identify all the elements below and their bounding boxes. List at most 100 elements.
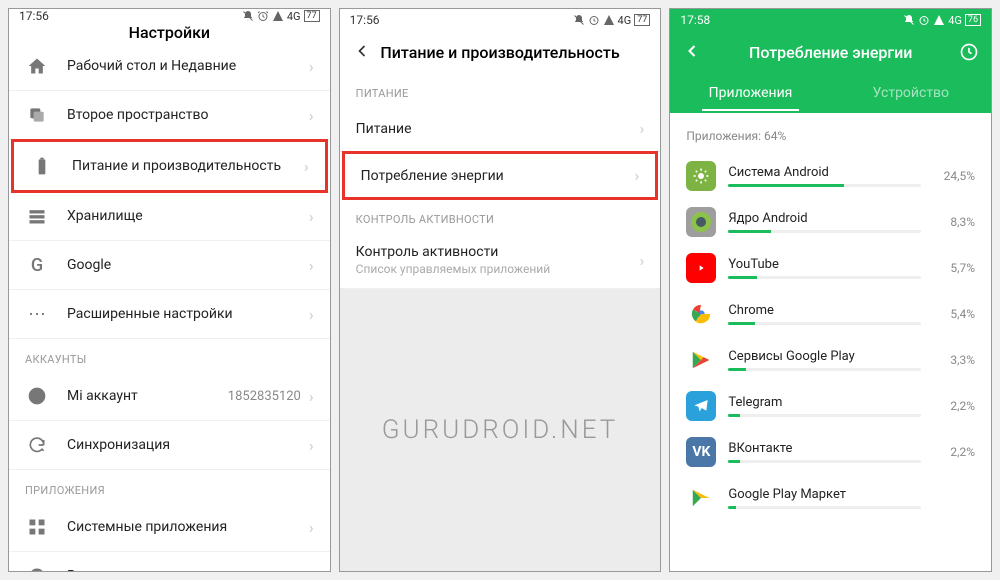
row-all-apps[interactable]: Все приложения › (9, 552, 330, 572)
usage-bar (728, 322, 921, 325)
sync-icon (25, 433, 49, 457)
section-accounts: АККАУНТЫ (9, 339, 330, 372)
chevron-right-icon: › (309, 57, 314, 76)
watermark: GURUDROID.NET (382, 415, 619, 445)
row-energy-consumption[interactable]: Потребление энергии › (342, 151, 659, 200)
app-pct: 8,3% (933, 215, 975, 229)
signal-icon (603, 14, 615, 26)
app-row[interactable]: Сервисы Google Play 3,3% (670, 337, 991, 383)
back-button[interactable] (352, 41, 372, 65)
clock-time: 17:56 (350, 13, 380, 27)
app-row[interactable]: Google Play Маркет (670, 475, 991, 521)
apps-icon (25, 564, 49, 572)
tab-apps[interactable]: Приложения (670, 75, 830, 111)
storage-icon (25, 204, 49, 228)
app-row[interactable]: Система Android 24,5% (670, 153, 991, 199)
row-mi-account[interactable]: Mi аккаунт 1852835120 › (9, 372, 330, 421)
grid-icon (25, 515, 49, 539)
alarm-icon (257, 10, 269, 22)
chevron-right-icon: › (309, 567, 314, 573)
tab-device[interactable]: Устройство (831, 75, 991, 111)
app-info: Ядро Android (728, 211, 921, 233)
app-name: YouTube (728, 257, 921, 272)
app-pct: 2,2% (933, 399, 975, 413)
chevron-right-icon: › (309, 106, 314, 125)
app-info: ВКонтакте (728, 441, 921, 463)
app-name: Chrome (728, 303, 921, 318)
mute-icon (903, 14, 915, 26)
page-title: Питание и производительность (340, 31, 661, 73)
app-name: Telegram (728, 395, 921, 410)
row-storage[interactable]: Хранилище › (9, 192, 330, 241)
clock-time: 17:58 (680, 13, 710, 27)
app-icon: VK (686, 437, 716, 467)
tabs: Приложения Устройство (670, 73, 991, 113)
usage-bar (728, 368, 921, 371)
app-info: Система Android (728, 165, 921, 187)
app-list[interactable]: Система Android 24,5% Ядро Android 8,3% … (670, 153, 991, 571)
battery-pct: 77 (304, 10, 320, 22)
alarm-icon (918, 14, 930, 26)
apps-pct-header: Приложения: 64% (670, 113, 991, 153)
chevron-right-icon: › (309, 305, 314, 324)
battery-pct: 77 (634, 14, 650, 26)
chevron-right-icon: › (309, 436, 314, 455)
history-button[interactable] (959, 42, 979, 66)
row-advanced[interactable]: ⋯ Расширенные настройки › (9, 290, 330, 339)
row-google[interactable]: G Google › (9, 241, 330, 290)
google-icon: G (25, 253, 49, 277)
chevron-right-icon: › (309, 518, 314, 537)
app-row[interactable]: VK ВКонтакте 2,2% (670, 429, 991, 475)
app-icon (686, 391, 716, 421)
chevron-right-icon: › (309, 387, 314, 406)
page-title: Потребление энергии (670, 31, 991, 73)
app-row[interactable]: Chrome 5,4% (670, 291, 991, 337)
clock-time: 17:56 (19, 9, 49, 23)
usage-bar (728, 506, 921, 509)
app-name: Ядро Android (728, 211, 921, 226)
screen-energy: 17:58 4G 76 Потребление энергии Приложен… (669, 8, 992, 572)
app-pct: 2,2% (933, 445, 975, 459)
screen-power: 17:56 4G 77 Питание и производительность… (339, 8, 662, 572)
app-row[interactable]: YouTube 5,7% (670, 245, 991, 291)
app-icon (686, 483, 716, 513)
status-bar: 17:58 4G 76 (670, 9, 991, 31)
app-row[interactable]: Telegram 2,2% (670, 383, 991, 429)
app-info: Сервисы Google Play (728, 349, 921, 371)
app-info: Chrome (728, 303, 921, 325)
section-activity: КОНТРОЛЬ АКТИВНОСТИ (340, 199, 661, 232)
row-desktop-recent[interactable]: Рабочий стол и Недавние › (9, 42, 330, 91)
home-icon (25, 54, 49, 78)
app-name: ВКонтакте (728, 441, 921, 456)
settings-list: Рабочий стол и Недавние › Второе простра… (9, 42, 330, 572)
network-label: 4G (618, 14, 632, 27)
copy-icon (25, 103, 49, 127)
back-button[interactable] (682, 41, 702, 65)
app-icon (686, 299, 716, 329)
empty-area: GURUDROID.NET (340, 289, 661, 571)
app-row[interactable]: Ядро Android 8,3% (670, 199, 991, 245)
chevron-right-icon: › (309, 256, 314, 275)
network-label: 4G (948, 14, 962, 27)
row-second-space[interactable]: Второе пространство › (9, 91, 330, 140)
chevron-right-icon: › (640, 251, 645, 270)
row-system-apps[interactable]: Системные приложения › (9, 503, 330, 552)
app-icon (686, 161, 716, 191)
mute-icon (573, 14, 585, 26)
status-icons: 4G 77 (573, 14, 651, 27)
chevron-right-icon: › (304, 157, 309, 176)
status-bar: 17:56 4G 77 (340, 9, 661, 31)
row-activity-control[interactable]: Контроль активности Список управляемых п… (340, 232, 661, 289)
usage-bar (728, 276, 921, 279)
mute-icon (242, 10, 254, 22)
row-sync[interactable]: Синхронизация › (9, 421, 330, 470)
usage-bar (728, 230, 921, 233)
alarm-icon (588, 14, 600, 26)
row-power-performance[interactable]: Питание и производительность › (11, 139, 328, 193)
battery-icon (30, 154, 54, 178)
app-icon (686, 207, 716, 237)
app-name: Сервисы Google Play (728, 349, 921, 364)
chevron-right-icon: › (640, 119, 645, 138)
app-pct: 24,5% (933, 169, 975, 183)
row-power[interactable]: Питание › (340, 106, 661, 152)
